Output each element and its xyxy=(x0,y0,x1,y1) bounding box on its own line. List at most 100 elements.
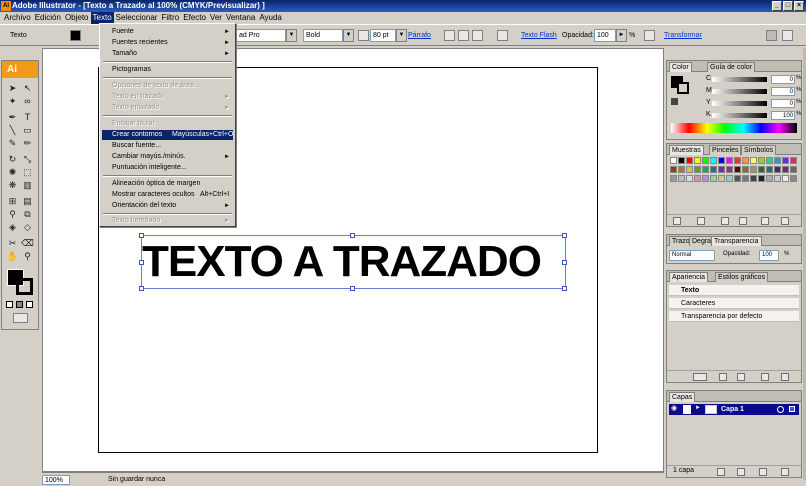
chevron-right-icon[interactable]: ► xyxy=(616,29,627,42)
resize-handle[interactable] xyxy=(139,260,144,265)
new-item-icon[interactable] xyxy=(761,373,769,381)
color-swatch[interactable] xyxy=(670,157,677,164)
tab-pinceles[interactable]: Pinceles xyxy=(709,145,742,155)
menu-archivo[interactable]: Archivo xyxy=(2,12,33,24)
live-paint-icon[interactable]: ◈ xyxy=(6,221,19,233)
color-swatch[interactable] xyxy=(678,166,685,173)
menu-item-pictogramas[interactable]: Pictogramas xyxy=(102,65,233,75)
type-tool-icon[interactable]: T xyxy=(21,111,34,123)
font-family-field[interactable]: ad Pro xyxy=(236,29,286,42)
rotate-tool-icon[interactable]: ↻ xyxy=(6,153,19,165)
opacity-field[interactable]: 100 xyxy=(759,250,779,261)
chevron-down-icon[interactable]: ▼ xyxy=(396,29,407,42)
free-transform-icon[interactable]: ⬚ xyxy=(21,166,34,178)
menu-edicion[interactable]: Edición xyxy=(33,12,63,24)
menu-item-fuentes-recientes[interactable]: Fuentes recientes ► xyxy=(102,38,233,48)
duplicate-item-icon[interactable] xyxy=(737,373,745,381)
color-swatch[interactable] xyxy=(670,166,677,173)
color-swatch[interactable] xyxy=(766,157,773,164)
color-swatch[interactable] xyxy=(686,175,693,182)
color-swatch[interactable] xyxy=(774,157,781,164)
swatch-library-icon[interactable] xyxy=(673,217,681,225)
color-swatch[interactable] xyxy=(774,166,781,173)
color-swatch[interactable] xyxy=(710,175,717,182)
close-button[interactable]: × xyxy=(794,1,804,11)
color-swatch[interactable] xyxy=(742,157,749,164)
color-swatch[interactable] xyxy=(758,175,765,182)
clear-appearance-icon[interactable] xyxy=(693,373,707,381)
color-swatch[interactable] xyxy=(750,166,757,173)
color-swatch[interactable] xyxy=(734,166,741,173)
selection-tool-icon[interactable]: ➤ xyxy=(6,82,19,94)
color-mode-icon[interactable] xyxy=(6,301,13,308)
font-style-field[interactable]: Bold xyxy=(303,29,343,42)
minimize-button[interactable]: _ xyxy=(772,1,782,11)
menu-item-tamano[interactable]: Tamaño ► xyxy=(102,49,233,59)
eyedropper-icon[interactable]: ⚲ xyxy=(6,208,19,220)
paintbrush-icon[interactable]: ✎ xyxy=(6,137,19,149)
gradient-mode-icon[interactable] xyxy=(16,301,23,308)
menu-item-mostrar-caracteres[interactable]: Mostrar caracteres ocultos Alt+Ctrl+I xyxy=(102,190,233,200)
zoom-field[interactable]: 100% xyxy=(42,475,70,485)
transform-link[interactable]: Transformar xyxy=(664,30,702,41)
resize-handle[interactable] xyxy=(350,233,355,238)
selection-bounding-box[interactable] xyxy=(139,233,567,291)
color-swatch[interactable] xyxy=(782,157,789,164)
color-swatch[interactable] xyxy=(694,166,701,173)
resize-handle[interactable] xyxy=(562,260,567,265)
camera-icon[interactable] xyxy=(766,30,777,41)
resize-handle[interactable] xyxy=(562,233,567,238)
layer-row[interactable]: ◉ ► Capa 1 xyxy=(669,404,799,415)
stroke-color-icon[interactable] xyxy=(16,278,33,295)
color-swatch[interactable] xyxy=(718,166,725,173)
warp-tool-icon[interactable]: ✺ xyxy=(6,166,19,178)
font-size-field[interactable]: 80 pt xyxy=(370,29,396,42)
stepper-icon[interactable] xyxy=(358,30,369,41)
eraser-tool-icon[interactable]: ⌫ xyxy=(21,237,34,249)
visibility-eye-icon[interactable]: ◉ xyxy=(671,405,679,413)
tab-guia-color[interactable]: Guía de color xyxy=(707,62,756,72)
tab-muestras[interactable]: Muestras xyxy=(669,145,704,155)
pencil-icon[interactable]: ✏ xyxy=(21,137,34,149)
lock-toggle-icon[interactable] xyxy=(683,405,691,414)
gradient-tool-icon[interactable]: ▤ xyxy=(21,195,34,207)
stroke-color-icon[interactable] xyxy=(677,82,689,94)
color-swatch[interactable] xyxy=(742,166,749,173)
screen-mode-icon[interactable] xyxy=(13,313,28,323)
swatch-grid[interactable] xyxy=(670,157,798,213)
channel-y-value[interactable]: 0 xyxy=(771,99,795,108)
color-swatch[interactable] xyxy=(670,175,677,182)
color-swatch[interactable] xyxy=(790,175,797,182)
target-icon[interactable] xyxy=(777,406,784,413)
channel-k-value[interactable]: 100 xyxy=(771,111,795,120)
align-center-icon[interactable] xyxy=(458,30,469,41)
color-swatch[interactable] xyxy=(678,175,685,182)
resize-handle[interactable] xyxy=(562,286,567,291)
color-swatch[interactable] xyxy=(718,175,725,182)
color-swatch[interactable] xyxy=(782,175,789,182)
new-swatch-icon[interactable] xyxy=(761,217,769,225)
text-flash-icon[interactable] xyxy=(497,30,508,41)
fill-color-swatch[interactable] xyxy=(70,30,81,41)
none-mode-icon[interactable] xyxy=(26,301,33,308)
blend-mode-select[interactable]: Normal xyxy=(669,250,715,261)
channel-y-slider[interactable] xyxy=(712,101,767,106)
zoom-tool-icon[interactable]: ⚲ xyxy=(21,250,34,262)
new-group-icon[interactable] xyxy=(739,217,747,225)
grid-icon[interactable] xyxy=(644,30,655,41)
color-swatch[interactable] xyxy=(678,157,685,164)
menu-icon[interactable] xyxy=(782,30,793,41)
color-swatch[interactable] xyxy=(790,157,797,164)
resize-handle[interactable] xyxy=(139,233,144,238)
menu-item-buscar-fuente[interactable]: Buscar fuente... xyxy=(102,141,233,151)
opacity-field[interactable]: 100 xyxy=(594,29,616,42)
graph-tool-icon[interactable]: ▥ xyxy=(21,179,34,191)
color-swatch[interactable] xyxy=(702,157,709,164)
pen-tool-icon[interactable]: ✒ xyxy=(6,111,19,123)
color-swatch[interactable] xyxy=(686,157,693,164)
menu-item-orientacion-texto[interactable]: Orientación del texto ► xyxy=(102,201,233,211)
maximize-button[interactable]: □ xyxy=(783,1,793,11)
align-left-icon[interactable] xyxy=(444,30,455,41)
color-swatch[interactable] xyxy=(742,175,749,182)
appearance-row-transparencia[interactable]: Transparencia por defecto xyxy=(669,311,799,322)
